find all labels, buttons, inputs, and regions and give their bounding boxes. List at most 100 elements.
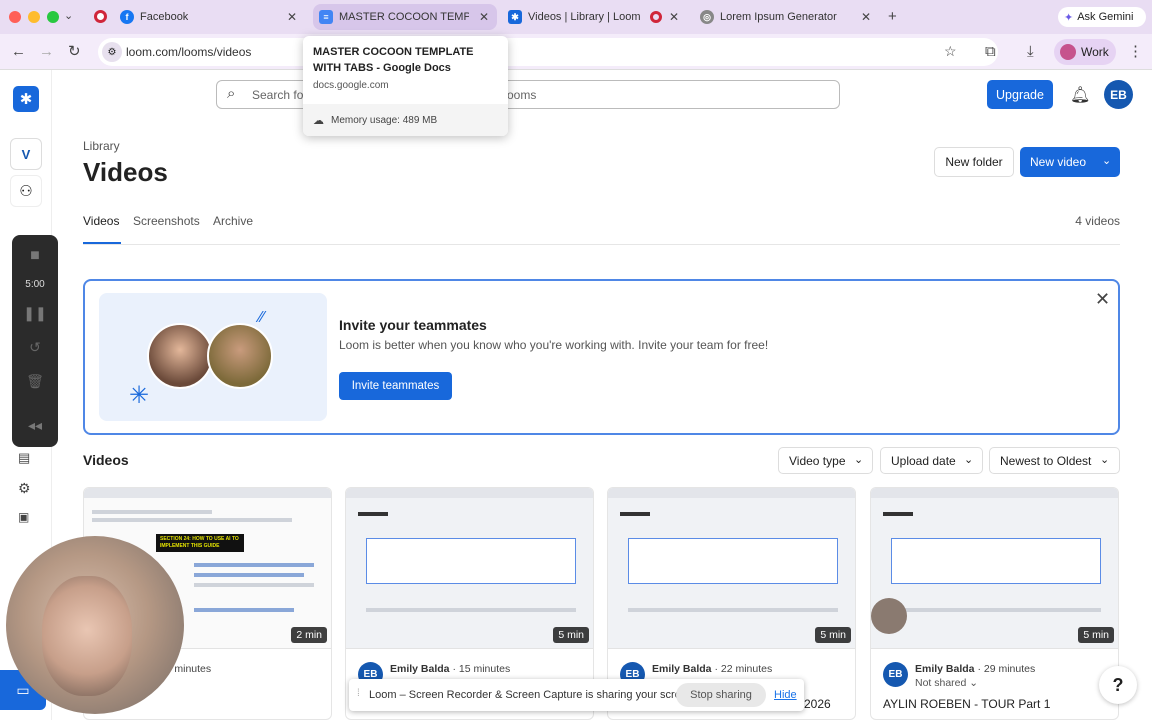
profile-avatar-icon <box>1060 44 1076 60</box>
hide-button[interactable]: Hide <box>774 689 797 701</box>
tab-master-cocoon[interactable]: ≡ MASTER COCOON TEMPLATE ✕ <box>313 4 497 30</box>
ask-gemini-button[interactable]: ✦ Ask Gemini <box>1058 7 1146 27</box>
upload-date-filter[interactable]: Upload date ⌄ <box>880 447 983 474</box>
tab-lorem-ipsum[interactable]: ◎ Lorem Ipsum Generator ✕ <box>694 4 879 30</box>
recording-indicator-icon <box>94 10 107 23</box>
stop-sharing-button[interactable]: Stop sharing <box>676 683 766 707</box>
stop-recording-button[interactable]: ■ <box>12 247 58 265</box>
tab-loom-videos[interactable]: ✱ Videos | Library | Loom ✕ <box>502 4 687 30</box>
invite-banner: ✳ ⁄⁄ Invite your teammates Loom is bette… <box>83 279 1120 435</box>
recording-time: 5:00 <box>25 279 45 290</box>
video-title[interactable]: 2026 <box>804 697 831 711</box>
duration-badge: 5 min <box>1078 627 1114 643</box>
tab-hover-card: MASTER COCOON TEMPLATE WITH TABS - Googl… <box>303 36 508 136</box>
teammate-photo <box>147 323 213 389</box>
browser-menu-icon[interactable]: ⋮ <box>1128 43 1143 61</box>
video-title[interactable]: AYLIN ROEBEN - TOUR Part 1 <box>883 697 1050 711</box>
gemini-sparkle-icon: ✦ <box>1064 11 1074 24</box>
chevron-down-icon: ⌄ <box>1102 155 1112 167</box>
new-video-button[interactable]: New video ⌄ <box>1020 147 1120 177</box>
teammates-illustration: ✳ ⁄⁄ <box>99 293 327 421</box>
maximize-window-button[interactable] <box>47 11 59 23</box>
video-thumbnail[interactable]: 5 min <box>871 488 1118 649</box>
close-window-button[interactable] <box>9 11 21 23</box>
divider <box>83 244 1120 245</box>
new-folder-button[interactable]: New folder <box>934 147 1014 177</box>
duration-badge: 5 min <box>815 627 851 643</box>
browser-toolbar: ← → ↻ ⚙ loom.com/looms/videos ☆ ⧉ ⤓ Work… <box>0 34 1152 70</box>
teammate-photo <box>207 323 273 389</box>
memory-usage: ☁ Memory usage: 489 MB <box>303 104 508 136</box>
drag-handle-icon[interactable]: ⁞ <box>357 688 360 699</box>
accent-lines-icon: ⁄⁄ <box>259 309 265 326</box>
reload-icon[interactable]: ↻ <box>68 43 81 61</box>
trash-icon[interactable]: 🗑 <box>12 373 58 390</box>
notifications-bell-icon[interactable]: 🔔︎ <box>1070 85 1090 105</box>
video-count: 4 videos <box>1075 214 1120 228</box>
add-member-icon[interactable]: ⚇ <box>10 175 42 207</box>
chevron-down-icon: ⌄ <box>964 454 974 466</box>
chevron-down-icon: ⌄ <box>1100 454 1110 466</box>
collapse-icon[interactable]: ◂◂ <box>12 417 58 434</box>
tab-facebook[interactable]: f Facebook ✕ <box>120 4 305 30</box>
bookmark-star-icon[interactable]: ☆ <box>944 43 957 60</box>
videos-heading: Videos <box>83 452 129 468</box>
workspace-switcher[interactable]: V <box>10 138 42 170</box>
recording-tab-icon <box>650 11 662 23</box>
browser-tab-strip: ⌄ f Facebook ✕ ≡ MASTER COCOON TEMPLATE … <box>0 0 1152 34</box>
tab-screenshots[interactable]: Screenshots <box>133 214 200 228</box>
extensions-icon[interactable]: ⧉ <box>985 43 996 61</box>
close-tab-icon[interactable]: ✕ <box>287 10 297 24</box>
facebook-icon: f <box>120 10 134 24</box>
address-bar[interactable]: ⚙ loom.com/looms/videos ☆ <box>98 38 998 66</box>
screen-share-notification: ⁞ Loom – Screen Recorder & Screen Captur… <box>349 679 804 711</box>
chevron-down-icon: ⌄ <box>969 677 979 689</box>
help-button[interactable]: ? <box>1099 666 1137 704</box>
new-tab-button[interactable]: + <box>888 8 897 25</box>
settings-gear-icon[interactable]: ⚙ <box>18 480 31 497</box>
close-tab-icon[interactable]: ✕ <box>669 10 679 24</box>
loom-recorder-controls: ■ 5:00 ❚❚ ↺ 🗑 ◂◂ <box>12 235 58 447</box>
profile-button[interactable]: Work <box>1054 39 1116 65</box>
close-tab-icon[interactable]: ✕ <box>479 10 489 24</box>
tab-videos[interactable]: Videos <box>83 214 119 228</box>
sharing-status[interactable]: Not shared ⌄ <box>915 677 978 689</box>
close-icon[interactable]: ✕ <box>1095 289 1110 310</box>
tab-archive[interactable]: Archive <box>213 214 253 228</box>
close-tab-icon[interactable]: ✕ <box>861 10 871 24</box>
video-type-filter[interactable]: Video type ⌄ <box>778 447 873 474</box>
webcam-bubble[interactable] <box>6 536 184 714</box>
search-icon: ⌕ <box>227 85 236 102</box>
presenter-face <box>42 576 132 696</box>
globe-icon: ◎ <box>700 10 714 24</box>
sparkle-icon: ✳ <box>129 382 150 409</box>
webcam-bubble-thumbnail <box>871 598 907 634</box>
restart-icon[interactable]: ↺ <box>12 339 58 356</box>
video-thumbnail[interactable]: 5 min <box>346 488 593 649</box>
site-info-icon[interactable]: ⚙ <box>102 42 122 62</box>
thumbnail-section-label: SECTION 24: HOW TO USE AI TO IMPLEMENT T… <box>156 534 244 552</box>
pause-icon[interactable]: ❚❚ <box>12 305 58 322</box>
user-avatar[interactable]: EB <box>1104 80 1133 109</box>
minimize-window-button[interactable] <box>28 11 40 23</box>
library-icon[interactable]: ▤ <box>18 450 30 466</box>
page-title: Videos <box>83 157 168 187</box>
tab-search-chevron-icon[interactable]: ⌄ <box>64 9 73 22</box>
back-arrow-icon[interactable]: ← <box>11 43 26 61</box>
upgrade-button[interactable]: Upgrade <box>987 80 1053 109</box>
meetings-icon[interactable]: ▣ <box>18 510 29 524</box>
google-docs-icon: ≡ <box>319 10 333 24</box>
invite-teammates-button[interactable]: Invite teammates <box>339 372 452 400</box>
memory-icon: ☁ <box>313 114 324 127</box>
loom-logo-icon[interactable]: ✱ <box>13 86 39 112</box>
video-card[interactable]: 5 min EB Emily Balda · 29 minutes Not sh… <box>870 487 1119 720</box>
download-icon[interactable]: ⤓ <box>1027 43 1034 61</box>
sort-order-filter[interactable]: Newest to Oldest ⌄ <box>989 447 1120 474</box>
loom-icon: ✱ <box>508 10 522 24</box>
breadcrumb[interactable]: Library <box>83 139 120 153</box>
chevron-down-icon: ⌄ <box>854 454 864 466</box>
duration-badge: 5 min <box>553 627 589 643</box>
forward-arrow-icon[interactable]: → <box>39 43 54 61</box>
author-avatar: EB <box>883 662 908 687</box>
video-thumbnail[interactable]: 5 min <box>608 488 855 649</box>
